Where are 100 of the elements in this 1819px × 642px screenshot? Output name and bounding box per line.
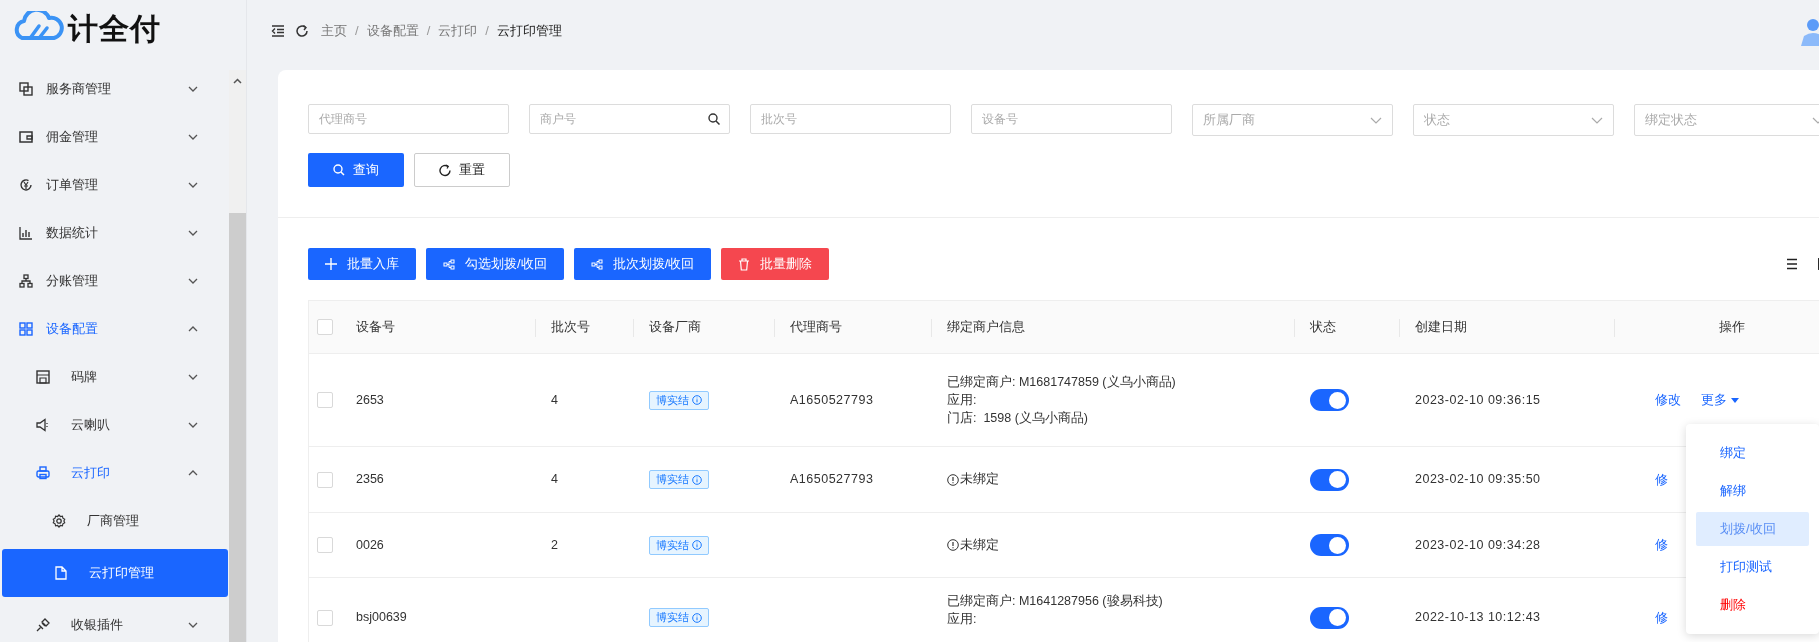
toggle-switch[interactable]: [1310, 468, 1349, 491]
info-icon: [692, 540, 702, 550]
merchant-info-text: 已绑定商户: M1641287956 (骏易科技): [947, 593, 1164, 610]
menu-fold-icon[interactable]: [271, 25, 285, 37]
edit-link[interactable]: 修改: [1655, 390, 1681, 410]
search-button[interactable]: 查询: [308, 153, 404, 187]
bar-chart-icon: [19, 226, 33, 240]
table-cell-text: 4: [551, 391, 558, 409]
dropdown-menu-item[interactable]: 解绑: [1696, 474, 1809, 508]
vendor-tag: 博实结: [649, 535, 709, 555]
table-cell-text: 2023-02-10 09:34:28: [1415, 536, 1541, 554]
table-cell-text: 2023-02-10 09:35:50: [1415, 471, 1541, 489]
unbound-status-text: 未绑定: [960, 471, 999, 489]
menu-item[interactable]: 设备配置: [0, 305, 228, 353]
dropdown-menu-item[interactable]: 划拨/收回: [1696, 512, 1809, 546]
checkbox[interactable]: [317, 319, 333, 335]
menu-item[interactable]: 云喇叭: [0, 401, 228, 449]
menu-item[interactable]: 云打印: [0, 449, 228, 497]
scrollbar[interactable]: [229, 70, 246, 642]
store-icon: [36, 370, 50, 384]
input-field[interactable]: 批次号: [750, 104, 951, 134]
breadcrumb-link[interactable]: 云打印: [438, 21, 478, 41]
transfer-button[interactable]: 批次划拨/收回: [573, 248, 712, 280]
scroll-up-icon[interactable]: [233, 78, 242, 84]
breadcrumb-separator: /: [485, 22, 489, 41]
unbound-status-text: 未绑定: [960, 536, 999, 554]
more-link[interactable]: 更多: [1701, 390, 1739, 410]
menu-item[interactable]: 厂商管理: [0, 497, 228, 545]
input-field[interactable]: 商户号: [529, 104, 730, 134]
density-icon[interactable]: [1786, 258, 1798, 270]
menu-item[interactable]: 码牌: [0, 353, 228, 401]
expand-icon: [188, 373, 198, 381]
plus-icon: [325, 258, 337, 270]
speaker-icon: [36, 418, 50, 432]
column-header: 状态: [1310, 318, 1336, 337]
expand-icon: [188, 181, 198, 189]
plug-icon: [36, 618, 50, 632]
expand-icon: [188, 133, 198, 141]
info-icon: [692, 474, 702, 485]
document-icon: [54, 566, 68, 580]
dropdown-menu-item[interactable]: 绑定: [1696, 436, 1809, 470]
grid-icon: [19, 322, 33, 336]
vendor-tag: 博实结: [649, 608, 709, 627]
input-field[interactable]: 设备号: [971, 104, 1172, 134]
gear-icon: [52, 514, 66, 528]
breadcrumb-link[interactable]: 设备配置: [366, 21, 419, 41]
cloud-logo-icon: [12, 10, 64, 41]
delete-button[interactable]: 批量删除: [721, 248, 830, 280]
collapse-icon: [188, 469, 198, 477]
expand-icon: [188, 621, 198, 629]
expand-icon: [188, 277, 198, 285]
squares-icon: [19, 82, 33, 96]
table-cell-text: 2022-10-13 10:12:43: [1415, 609, 1541, 627]
logo-text: 计全付: [68, 11, 161, 47]
chevron-down-icon: [1591, 116, 1603, 124]
column-header: 批次号: [551, 318, 590, 337]
dropdown-menu-item[interactable]: 删除: [1696, 588, 1809, 622]
menu-item[interactable]: 订单管理: [0, 161, 228, 209]
reset-button[interactable]: 重置: [414, 153, 510, 187]
refresh-icon[interactable]: [295, 24, 309, 38]
breadcrumb-link[interactable]: 主页: [321, 21, 347, 41]
table-cell-text: 0026: [356, 536, 384, 554]
expand-icon: [188, 85, 198, 93]
checkbox[interactable]: [317, 392, 333, 408]
checkbox[interactable]: [317, 471, 333, 488]
table-cell-text: 2356: [356, 471, 384, 489]
printer-icon: [36, 466, 50, 480]
info-icon: [692, 612, 702, 623]
toggle-switch[interactable]: [1310, 534, 1349, 556]
edit-link[interactable]: 修: [1655, 535, 1668, 555]
trash-icon: [738, 257, 751, 271]
add-button[interactable]: 批量入库: [308, 248, 416, 280]
wallet-icon: [19, 130, 33, 144]
collapse-icon: [188, 325, 198, 333]
checkbox[interactable]: [317, 609, 333, 626]
dropdown-menu-item[interactable]: 打印测试: [1696, 550, 1809, 584]
menu-item[interactable]: 分账管理: [0, 257, 228, 305]
column-header: 绑定商户信息: [947, 318, 1025, 337]
merchant-info-text: 应用:: [947, 392, 978, 409]
menu-item[interactable]: 佣金管理: [0, 113, 228, 161]
menu-item[interactable]: 数据统计: [0, 209, 228, 257]
menu-item[interactable]: 服务商管理: [0, 65, 228, 113]
menu-item[interactable]: 云打印管理: [2, 549, 228, 597]
menu-item[interactable]: 收银插件: [0, 601, 228, 642]
checkbox[interactable]: [317, 537, 333, 553]
column-header: 代理商号: [790, 318, 842, 337]
breadcrumb-separator: /: [426, 22, 431, 41]
table-cell-text: A1650527793: [790, 471, 874, 489]
table-cell-text: A1650527793: [790, 391, 874, 409]
expand-icon: [188, 421, 198, 429]
table-cell-text: 2653: [356, 391, 384, 409]
toggle-switch[interactable]: [1310, 389, 1349, 411]
edit-link[interactable]: 修: [1655, 469, 1668, 490]
transfer-button[interactable]: 勾选划拨/收回: [426, 248, 564, 280]
merchant-info-text: 已绑定商户: M1681747859 (义乌小商品): [947, 374, 1177, 391]
toggle-switch[interactable]: [1310, 606, 1349, 629]
vendor-tag: 博实结: [649, 390, 709, 410]
breadcrumb-separator: /: [355, 22, 359, 41]
edit-link[interactable]: 修: [1655, 607, 1668, 628]
input-field[interactable]: 代理商号: [308, 104, 509, 134]
